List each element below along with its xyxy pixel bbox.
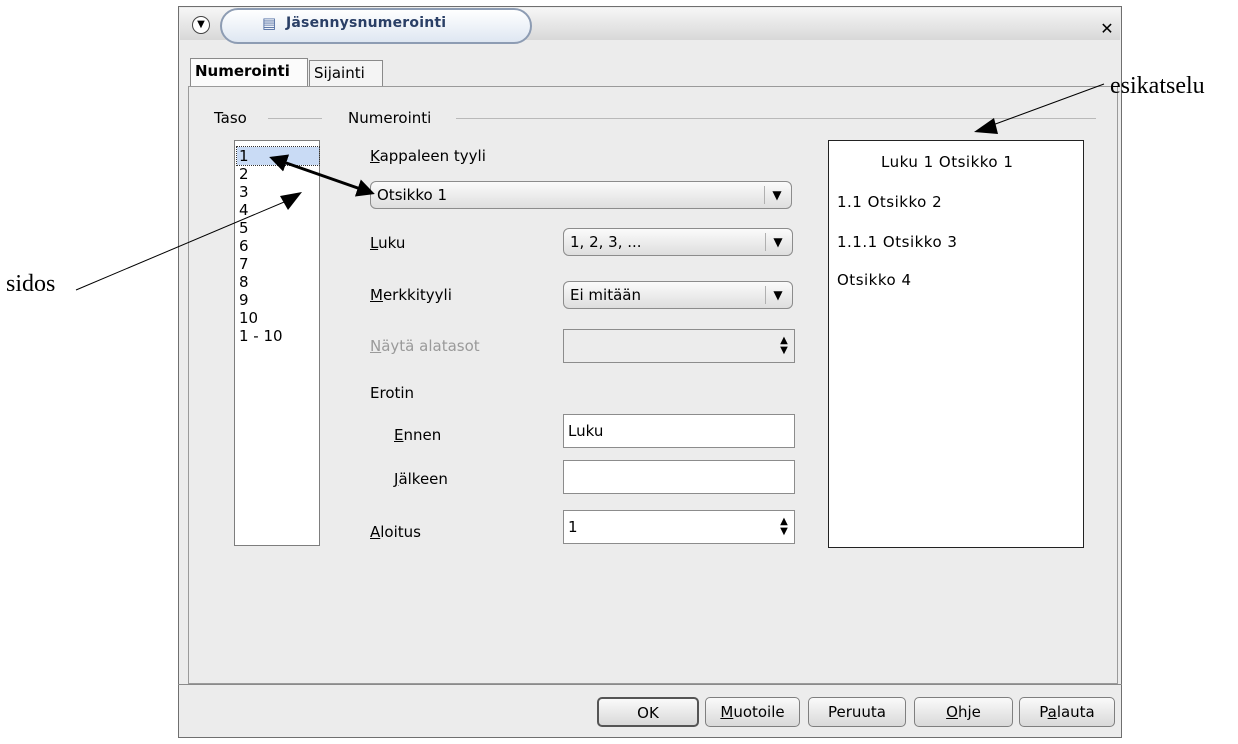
esikatselu-arrowhead [974, 118, 998, 134]
annotation-arrows [75, 83, 1105, 291]
esikatselu-pointer-line [989, 83, 1105, 127]
link-double-arrow [269, 154, 375, 197]
sidos-arrowhead [280, 192, 302, 210]
sidos-pointer-line [75, 196, 297, 291]
